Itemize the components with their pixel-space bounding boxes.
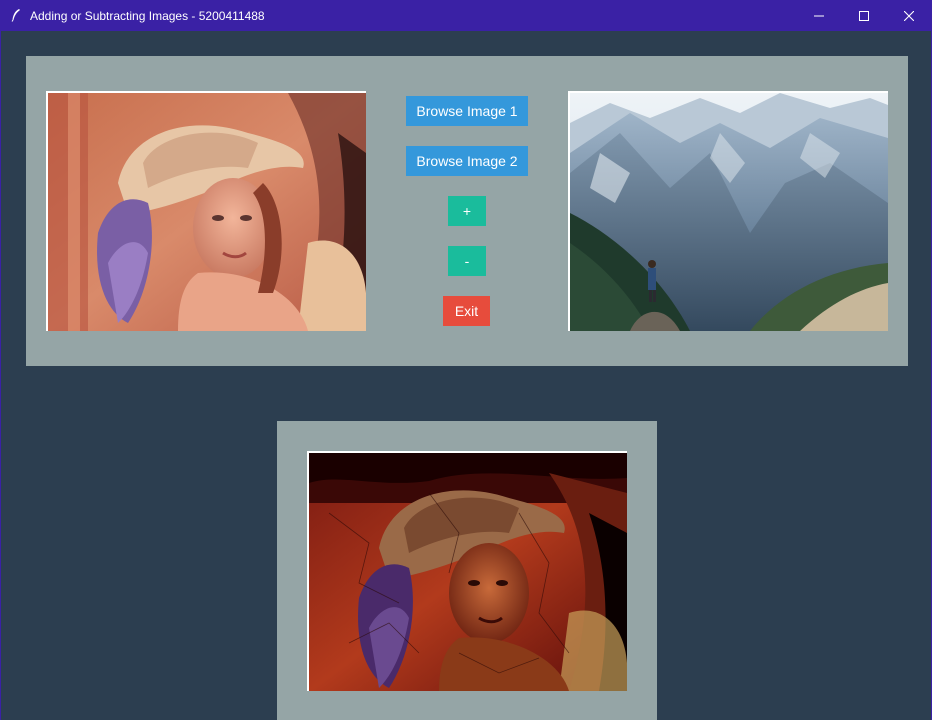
image1-preview	[46, 91, 366, 331]
result-image-preview	[307, 451, 627, 691]
title-bar: Adding or Subtracting Images - 520041148…	[0, 0, 932, 31]
feather-app-icon	[10, 8, 22, 22]
exit-button[interactable]: Exit	[443, 296, 490, 326]
close-button[interactable]	[886, 0, 932, 31]
image2-preview	[568, 91, 888, 331]
browse-image-2-button[interactable]: Browse Image 2	[406, 146, 528, 176]
window-title: Adding or Subtracting Images - 520041148…	[30, 9, 265, 23]
minimize-icon	[814, 15, 824, 16]
maximize-icon	[859, 10, 869, 21]
add-images-button[interactable]: +	[448, 196, 486, 226]
subtract-images-button[interactable]: -	[448, 246, 486, 276]
browse-image-1-button[interactable]: Browse Image 1	[406, 96, 528, 126]
minimize-button[interactable]	[796, 0, 842, 31]
close-icon	[904, 10, 914, 21]
maximize-button[interactable]	[841, 0, 887, 31]
